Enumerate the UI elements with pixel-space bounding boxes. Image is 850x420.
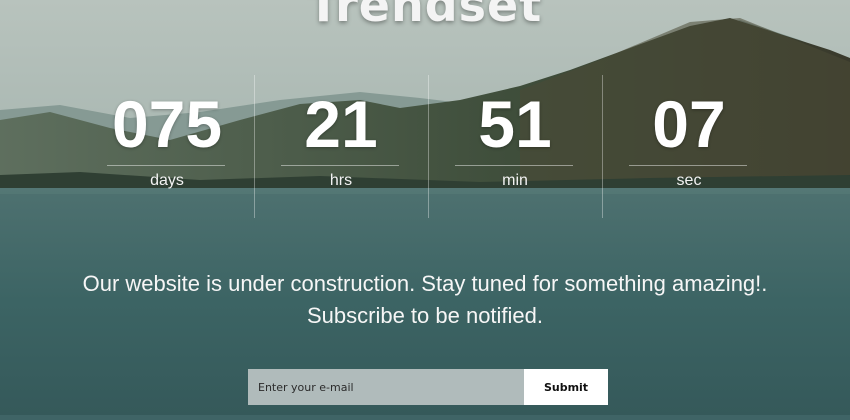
countdown-days-label: days (150, 172, 184, 189)
countdown-hours-value: 21 (304, 87, 378, 161)
subscribe-form: Submit (248, 369, 608, 405)
countdown-hours-label: hrs (329, 172, 353, 189)
countdown-minutes-label: min (502, 172, 528, 189)
email-input[interactable] (248, 369, 524, 405)
countdown-minutes-rule (455, 165, 573, 166)
submit-button[interactable]: Submit (524, 369, 608, 405)
countdown-days-rule (107, 165, 225, 166)
countdown-seconds: 07 sec (602, 75, 776, 218)
construction-message-line2: Subscribe to be notified. (306, 303, 544, 328)
construction-message-line1: Our website is under construction. Stay … (82, 271, 768, 296)
countdown-hours-rule (281, 165, 399, 166)
site-logo: Trendset (307, 0, 543, 32)
countdown-seconds-rule (629, 165, 747, 166)
countdown-days: 075 days (80, 75, 254, 218)
countdown-minutes: 51 min (428, 75, 602, 218)
countdown-days-value: 075 (111, 87, 223, 161)
countdown-seconds-value: 07 (652, 87, 726, 161)
countdown-hours: 21 hrs (254, 75, 428, 218)
construction-message: Our website is under construction. Stay … (0, 268, 850, 332)
countdown-timer: 075 days 21 hrs 51 min 07 sec (80, 75, 780, 218)
countdown-minutes-value: 51 (478, 87, 552, 161)
countdown-seconds-label: sec (676, 172, 702, 189)
